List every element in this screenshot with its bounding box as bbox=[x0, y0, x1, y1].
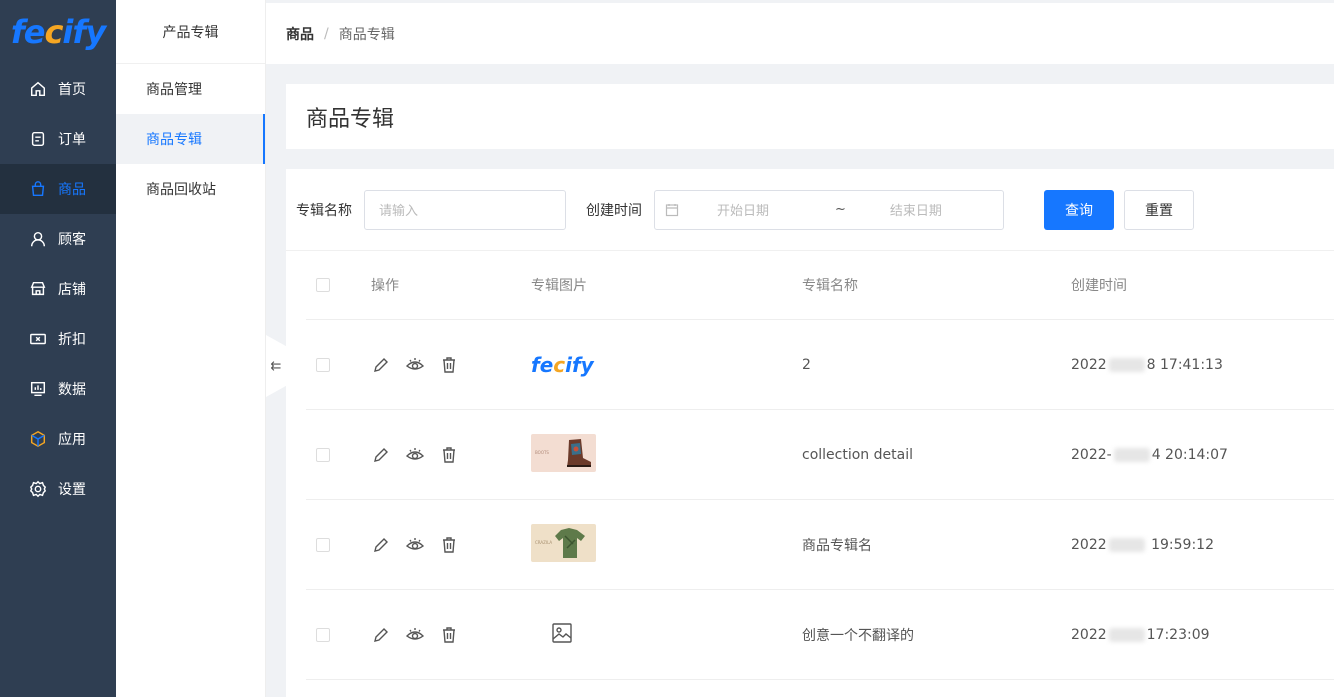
collection-name: 创意一个不翻译的 bbox=[802, 627, 914, 644]
breadcrumb-current: 商品专辑 bbox=[338, 26, 395, 43]
boots-photo-thumbnail: BOOTS bbox=[531, 433, 596, 472]
sidebar-item-products[interactable]: 商品 bbox=[0, 164, 116, 214]
placeholder-image-icon bbox=[552, 622, 572, 643]
sidebar-item-label: 设置 bbox=[58, 482, 86, 498]
breadcrumb-separator: / bbox=[324, 25, 329, 42]
breadcrumb-parent[interactable]: 商品 bbox=[286, 24, 314, 44]
delete-icon[interactable] bbox=[439, 445, 459, 465]
start-date-input[interactable]: 开始日期 bbox=[717, 200, 797, 219]
end-date-input[interactable]: 结束日期 bbox=[890, 200, 942, 219]
date-range-picker[interactable]: 开始日期 ~ 结束日期 bbox=[654, 189, 1004, 230]
view-icon[interactable] bbox=[405, 535, 425, 555]
view-icon[interactable] bbox=[405, 625, 425, 645]
subnav-item-product-management[interactable]: 商品管理 bbox=[116, 64, 265, 114]
subnav-item-collections[interactable]: 商品专辑 bbox=[116, 114, 265, 164]
row-checkbox[interactable] bbox=[316, 627, 330, 642]
top-header: 商品 / 商品专辑 bbox=[266, 0, 1334, 64]
table-row: CRAZILA 商品专辑名 2022 19:59:12 bbox=[306, 500, 1334, 590]
cube-icon bbox=[28, 429, 48, 449]
collection-time: 2022 19:59:12 bbox=[1071, 536, 1214, 553]
sidebar-item-label: 首页 bbox=[58, 82, 86, 98]
calendar-icon bbox=[665, 203, 679, 216]
collection-time: 2022 17:23:09 bbox=[1071, 626, 1210, 643]
user-icon bbox=[28, 229, 48, 249]
sidebar-item-customers[interactable]: 顾客 bbox=[0, 214, 116, 264]
delete-icon[interactable] bbox=[439, 355, 459, 375]
bag-icon bbox=[28, 179, 48, 199]
collections-table: 操作 专辑图片 专辑名称 创建时间 fecify 2 2022 8 17:41:1… bbox=[306, 251, 1334, 680]
sidebar-item-label: 应用 bbox=[58, 432, 86, 448]
table-row: 创意一个不翻译的 2022 17:23:09 bbox=[306, 590, 1334, 680]
collection-name: 商品专辑名 bbox=[802, 537, 872, 554]
subnav-item-recycle-bin[interactable]: 商品回收站 bbox=[116, 164, 265, 214]
select-all-checkbox[interactable] bbox=[316, 278, 330, 292]
page-title: 商品专辑 bbox=[306, 106, 395, 132]
fold-icon: ⇇ bbox=[270, 358, 282, 374]
collection-name: collection detail bbox=[802, 446, 913, 463]
row-checkbox[interactable] bbox=[316, 447, 330, 462]
shirt-photo-thumbnail: CRAZILA bbox=[531, 523, 596, 562]
gear-icon bbox=[28, 479, 48, 499]
view-icon[interactable] bbox=[405, 355, 425, 375]
header-time: 创建时间 bbox=[1071, 278, 1127, 294]
sidebar-item-orders[interactable]: 订单 bbox=[0, 114, 116, 164]
filter-bar: 专辑名称 请输入 创建时间 开始日期 ~ 结束日期 查询 重置 bbox=[286, 169, 1334, 251]
table-row: fecify 2 2022 8 17:41:13 bbox=[306, 320, 1334, 410]
store-icon bbox=[28, 279, 48, 299]
sidebar-item-label: 数据 bbox=[58, 382, 86, 398]
table-header: 操作 专辑图片 专辑名称 创建时间 bbox=[306, 251, 1334, 320]
svg-text:CRAZILA: CRAZILA bbox=[535, 540, 552, 545]
collection-thumbnail: fecify bbox=[531, 352, 594, 377]
range-separator: ~ bbox=[835, 202, 846, 217]
sidebar-item-store[interactable]: 店铺 bbox=[0, 264, 116, 314]
order-icon bbox=[28, 129, 48, 149]
collection-name: 2 bbox=[802, 356, 811, 373]
create-time-label: 创建时间 bbox=[586, 202, 642, 219]
sidebar-item-home[interactable]: 首页 bbox=[0, 64, 116, 114]
edit-icon[interactable] bbox=[371, 535, 391, 555]
sidebar-item-label: 折扣 bbox=[58, 332, 86, 348]
header-name: 专辑名称 bbox=[802, 278, 858, 294]
secondary-sidebar-title: 产品专辑 bbox=[116, 0, 265, 64]
sidebar-item-settings[interactable]: 设置 bbox=[0, 464, 116, 514]
sidebar-item-apps[interactable]: 应用 bbox=[0, 414, 116, 464]
main-nav: 首页 订单 商品 顾客 店铺 折扣 数据 应用 设置 bbox=[0, 64, 116, 514]
coupon-icon bbox=[28, 329, 48, 349]
main-content: 专辑名称 请输入 创建时间 开始日期 ~ 结束日期 查询 重置 操作 专辑图片 … bbox=[286, 169, 1334, 697]
edit-icon[interactable] bbox=[371, 445, 391, 465]
collection-name-input[interactable]: 请输入 bbox=[364, 189, 566, 230]
sidebar-item-label: 商品 bbox=[58, 182, 86, 198]
query-button[interactable]: 查询 bbox=[1044, 189, 1114, 230]
view-icon[interactable] bbox=[405, 445, 425, 465]
svg-text:BOOTS: BOOTS bbox=[535, 450, 549, 455]
sidebar-item-label: 店铺 bbox=[58, 282, 86, 298]
logo[interactable]: fecify bbox=[0, 0, 116, 64]
collection-name-label: 专辑名称 bbox=[296, 202, 352, 219]
sidebar-item-discount[interactable]: 折扣 bbox=[0, 314, 116, 364]
secondary-sidebar: 产品专辑 商品管理 商品专辑 商品回收站 bbox=[116, 0, 266, 697]
table-row: BOOTS collection detail 2022- 4 20:14:07 bbox=[306, 410, 1334, 500]
delete-icon[interactable] bbox=[439, 625, 459, 645]
home-icon bbox=[28, 79, 48, 99]
sidebar-item-label: 顾客 bbox=[58, 232, 86, 248]
logo-text: fecify bbox=[10, 13, 106, 51]
collapse-sidebar-button[interactable]: ⇇ bbox=[266, 335, 286, 397]
header-image: 专辑图片 bbox=[531, 278, 587, 294]
collection-time: 2022 8 17:41:13 bbox=[1071, 356, 1223, 373]
main-sidebar: fecify 首页 订单 商品 顾客 店铺 折扣 数据 应用 设置 bbox=[0, 0, 116, 697]
row-checkbox[interactable] bbox=[316, 357, 330, 372]
reset-button[interactable]: 重置 bbox=[1124, 189, 1194, 230]
sidebar-item-data[interactable]: 数据 bbox=[0, 364, 116, 414]
edit-icon[interactable] bbox=[371, 355, 391, 375]
title-card: 商品专辑 bbox=[286, 84, 1334, 149]
chart-icon bbox=[28, 379, 48, 399]
sidebar-item-label: 订单 bbox=[58, 132, 86, 148]
collection-time: 2022- 4 20:14:07 bbox=[1071, 446, 1228, 463]
header-ops: 操作 bbox=[371, 278, 399, 294]
row-checkbox[interactable] bbox=[316, 537, 330, 552]
edit-icon[interactable] bbox=[371, 625, 391, 645]
delete-icon[interactable] bbox=[439, 535, 459, 555]
